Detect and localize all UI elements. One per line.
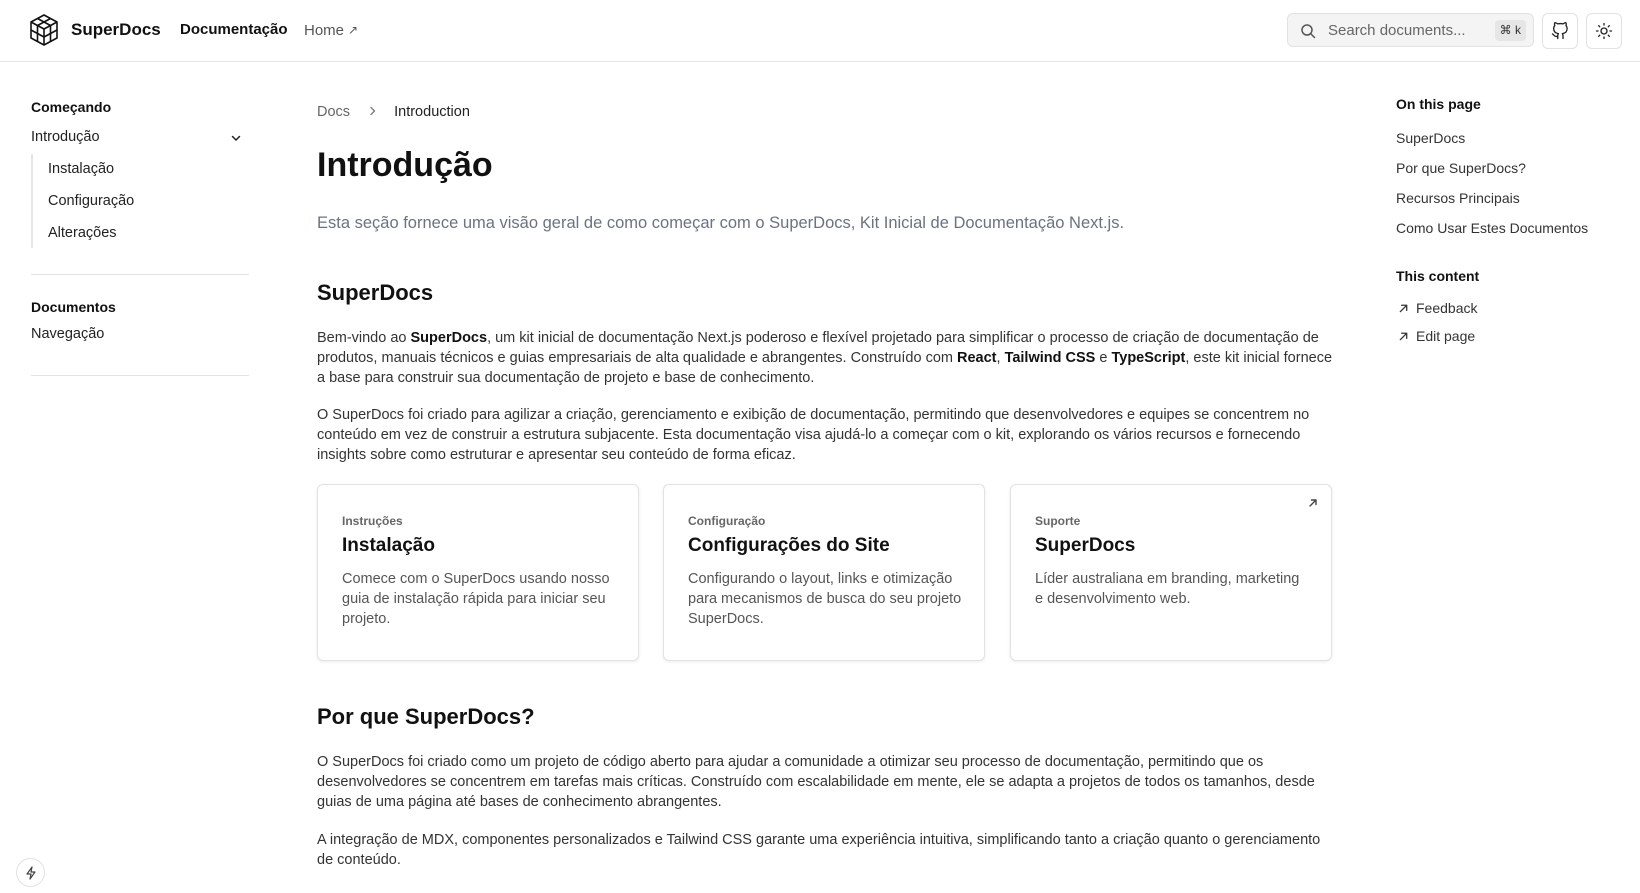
chevron-right-icon	[370, 106, 376, 116]
sidebar-item-instalacao[interactable]: Instalação	[48, 161, 114, 177]
toc-title: On this page	[1396, 96, 1481, 112]
brand-name[interactable]: SuperDocs	[71, 20, 161, 40]
text: e	[1095, 350, 1112, 366]
github-button[interactable]	[1542, 13, 1578, 49]
sidebar-divider	[31, 274, 249, 275]
sidebar-item-configuracao[interactable]: Configuração	[48, 193, 134, 209]
sidebar-group-getting-started: Começando	[31, 99, 112, 115]
page-lead: Esta seção fornece uma visão geral de co…	[317, 214, 1125, 232]
card-title: Instalação	[342, 535, 435, 556]
sun-icon	[1595, 22, 1613, 40]
section-title-why: Por que SuperDocs?	[317, 704, 535, 729]
external-link-icon	[1309, 499, 1317, 507]
section-title-superdocs: SuperDocs	[317, 280, 434, 305]
toc-item-como-usar[interactable]: Como Usar Estes Documentos	[1396, 220, 1588, 236]
search-icon	[1301, 24, 1316, 39]
arrow-up-right-icon	[1399, 332, 1408, 341]
bolt-icon	[25, 865, 36, 880]
intro-paragraph: Bem-vindo ao SuperDocs, um kit inicial d…	[317, 328, 1332, 388]
bolt-button[interactable]	[16, 858, 45, 887]
arrow-up-right-icon	[1399, 304, 1408, 313]
toc-item-por-que[interactable]: Por que SuperDocs?	[1396, 160, 1526, 176]
sidebar-group-documentos: Documentos	[31, 299, 116, 315]
card-description: Líder australiana em branding, marketing…	[1035, 571, 1300, 607]
toc-content-title: This content	[1396, 268, 1480, 284]
chevron-down-icon[interactable]	[230, 132, 242, 144]
external-arrow-icon: ↗	[348, 23, 359, 37]
text: ,	[996, 350, 1005, 366]
sidebar-item-navegacao[interactable]: Navegação	[31, 326, 104, 342]
card-instalacao[interactable]: Instruções Instalação Comece com o Super…	[317, 484, 639, 661]
breadcrumb-docs[interactable]: Docs	[317, 104, 350, 120]
top-header: SuperDocs Documentação Home↗ ⌘ k	[0, 0, 1640, 62]
sidebar-item-alteracoes[interactable]: Alterações	[48, 225, 117, 241]
toc-item-recursos[interactable]: Recursos Principais	[1396, 190, 1520, 206]
card-description: Configurando o layout, links e otimizaçã…	[688, 571, 962, 627]
theme-toggle-button[interactable]	[1586, 13, 1622, 49]
edit-page-label: Edit page	[1416, 328, 1476, 344]
card-title: SuperDocs	[1035, 535, 1136, 556]
text-bold: TypeScript	[1111, 350, 1186, 366]
card-configuracoes[interactable]: Configuração Configurações do Site Confi…	[663, 484, 985, 661]
edit-page-link[interactable]: Edit page	[1398, 328, 1475, 344]
paragraph: O SuperDocs foi criado para agilizar a c…	[317, 407, 1310, 463]
text-bold: React	[957, 350, 997, 366]
search-input[interactable]	[1328, 14, 1488, 46]
sidebar-item-introducao[interactable]: Introdução	[31, 129, 100, 145]
text: Bem-vindo ao	[317, 330, 411, 346]
nav-link-documentation[interactable]: Documentação	[180, 21, 288, 38]
breadcrumb: Docs Introduction	[317, 104, 470, 120]
paragraph: O SuperDocs foi criado como um projeto d…	[317, 754, 1315, 810]
page-title: Introdução	[317, 146, 493, 184]
card-tag: Instruções	[342, 514, 403, 528]
breadcrumb-current: Introduction	[394, 104, 470, 120]
search-shortcut-badge: ⌘ k	[1494, 20, 1526, 41]
search-box[interactable]: ⌘ k	[1287, 13, 1534, 47]
card-description: Comece com o SuperDocs usando nosso guia…	[342, 571, 610, 627]
card-suporte[interactable]: Suporte SuperDocs Líder australiana em b…	[1010, 484, 1332, 661]
text-bold: Tailwind CSS	[1004, 350, 1096, 366]
github-icon	[1551, 22, 1568, 40]
feedback-label: Feedback	[1416, 300, 1478, 316]
sidebar-divider	[31, 375, 249, 376]
card-title: Configurações do Site	[688, 535, 890, 556]
card-tag: Configuração	[688, 514, 766, 528]
paragraph: A integração de MDX, componentes persona…	[317, 832, 1321, 868]
nav-home-label: Home	[304, 22, 345, 39]
toc-item-superdocs[interactable]: SuperDocs	[1396, 130, 1465, 146]
text-bold: SuperDocs	[410, 330, 488, 346]
sidebar-subtree-line	[31, 154, 33, 248]
cube-logo-icon[interactable]	[28, 13, 60, 47]
feedback-link[interactable]: Feedback	[1398, 300, 1477, 316]
card-tag: Suporte	[1035, 514, 1081, 528]
nav-link-home[interactable]: Home ↗	[304, 22, 358, 39]
